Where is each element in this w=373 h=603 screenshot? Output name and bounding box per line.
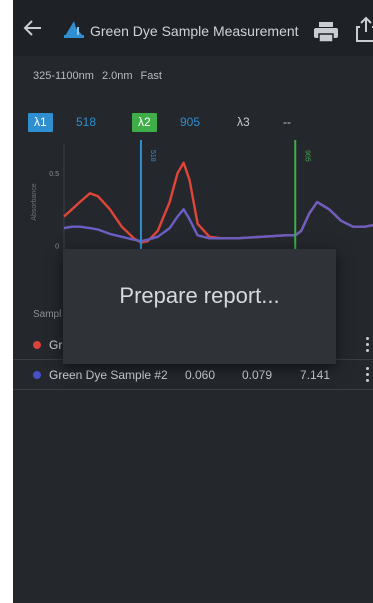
spectrometer-icon <box>64 21 84 38</box>
series-line-2 <box>63 200 373 243</box>
y-axis-title: Absorbance <box>31 183 38 220</box>
absorbance-chart[interactable]: Absorbance 0.5 0 518 905 <box>26 140 373 265</box>
lambda3-label[interactable]: λ3 <box>237 115 250 129</box>
sample-row-2[interactable]: Green Dye Sample #2 0.060 0.079 7.141 <box>13 360 373 390</box>
wavelength-selector: λ1 518 λ2 905 λ3 -- <box>28 113 373 133</box>
wavelength-marker-label-1: 518 <box>149 150 156 162</box>
lambda2-value[interactable]: 905 <box>180 115 200 129</box>
sample-color-dot <box>33 371 41 379</box>
sample-name: Gr <box>49 338 63 352</box>
series-line-1 <box>63 161 373 244</box>
arrow-left-icon[interactable] <box>21 16 45 40</box>
sample-color-dot <box>33 341 41 349</box>
wavelength-range: 325-1100nm <box>33 70 94 82</box>
printer-icon[interactable] <box>313 21 339 43</box>
y-tick-label: 0 <box>55 244 59 251</box>
lambda3-value[interactable]: -- <box>283 115 291 129</box>
more-vert-icon[interactable] <box>365 337 371 353</box>
sample-value-3: 7.141 <box>300 368 331 382</box>
sample-name: Green Dye Sample #2 <box>49 368 168 382</box>
list-header: Sampl <box>33 309 62 320</box>
dialog-message: Prepare report... <box>119 283 280 308</box>
page-indicator <box>191 594 211 600</box>
scan-interval: 2.0nm <box>101 70 133 82</box>
wavelength-marker-label-2: 905 <box>303 150 310 162</box>
more-vert-icon[interactable] <box>365 367 371 383</box>
y-tick-label: 0.5 <box>49 171 59 178</box>
lambda1-value[interactable]: 518 <box>76 115 96 129</box>
lambda1-chip[interactable]: λ1 <box>28 113 53 132</box>
top-app-bar: Green Dye Sample Measurement <box>13 0 373 56</box>
measurement-params: 325-1100nm 2.0nm Fast <box>33 70 162 82</box>
page-title: Green Dye Sample Measurement <box>90 23 299 39</box>
sample-value-1: 0.060 <box>185 368 216 382</box>
scan-speed: Fast <box>140 70 162 82</box>
lambda2-chip[interactable]: λ2 <box>132 113 157 132</box>
sample-value-2: 0.079 <box>242 368 273 382</box>
share-icon[interactable] <box>354 15 373 43</box>
progress-dialog: Prepare report... <box>63 249 336 364</box>
app-screen: Green Dye Sample Measurement 325-1100nm … <box>13 0 373 603</box>
